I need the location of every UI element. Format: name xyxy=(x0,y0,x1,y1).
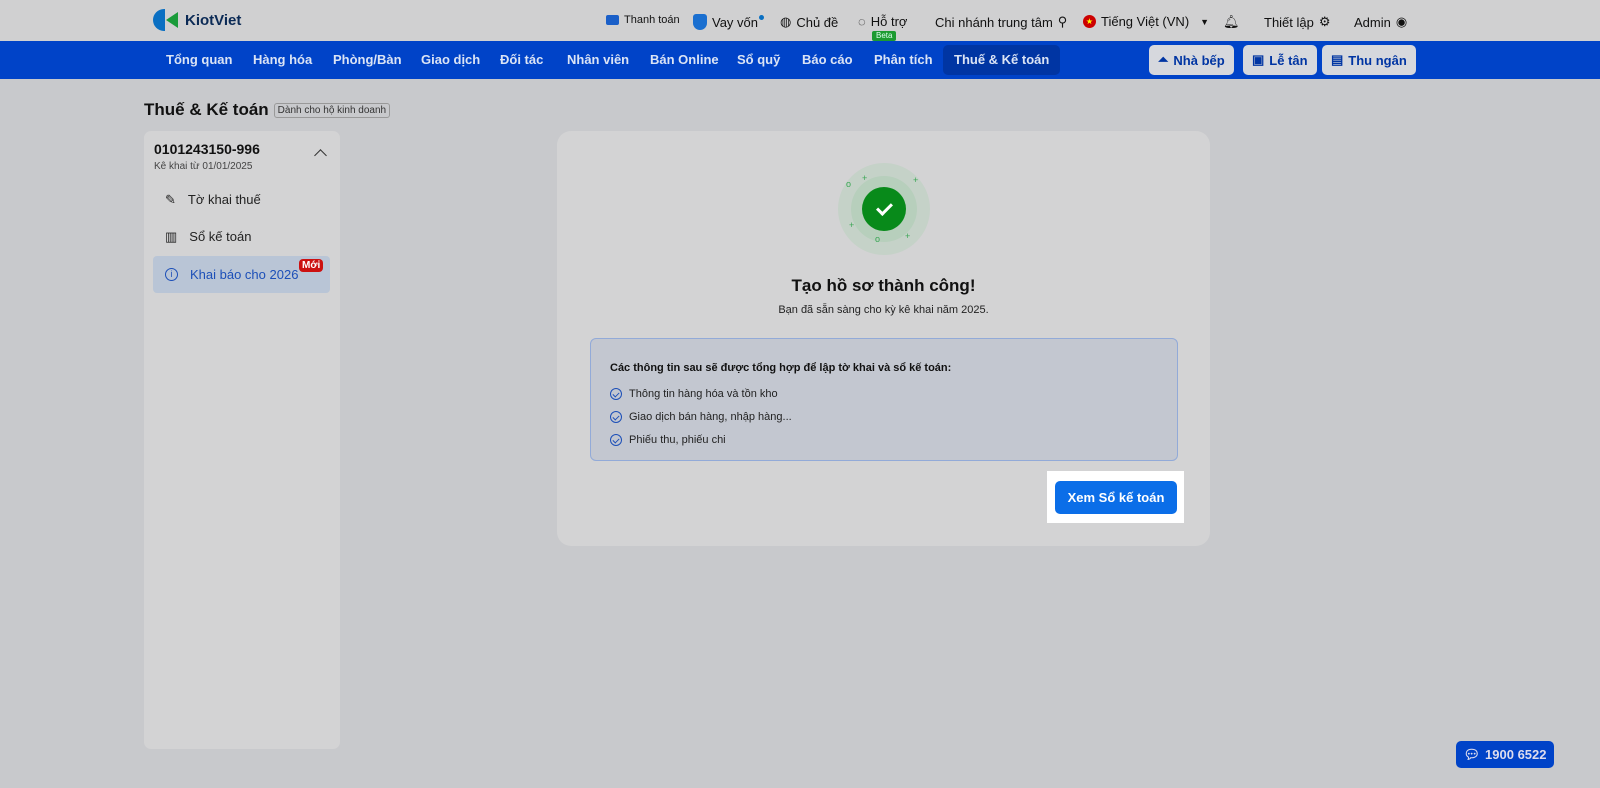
nav-analytics[interactable]: Phân tích xyxy=(864,45,943,75)
info-heading: Các thông tin sau sẽ được tổng hợp để lậ… xyxy=(610,362,952,374)
declaration-since: Kê khai từ 01/01/2025 xyxy=(154,161,253,172)
document-icon: ▤ xyxy=(1331,52,1344,67)
vietnam-flag-icon: ★ xyxy=(1083,15,1096,28)
theme-link[interactable]: ◍ Chủ đề xyxy=(780,14,838,30)
user-icon: ◉ xyxy=(1395,14,1408,29)
calendar-icon: ▣ xyxy=(1252,52,1265,67)
cashier-button[interactable]: ▤ Thu ngân xyxy=(1322,45,1416,75)
sparkle-icon: + xyxy=(905,231,911,241)
sparkle-icon: + xyxy=(849,220,855,230)
notification-bell-icon[interactable]: 🔔︎ xyxy=(1223,14,1240,30)
kiotviet-logo[interactable]: KiotViet xyxy=(153,9,241,31)
nav-online-sales[interactable]: Bán Online xyxy=(640,45,729,75)
page-title: Thuế & Kế toán Dành cho hộ kinh doanh xyxy=(144,100,391,120)
reception-button[interactable]: ▣ Lễ tân xyxy=(1243,45,1317,75)
location-pin-icon: ⚲ xyxy=(1057,14,1068,29)
sparkle-icon: o xyxy=(846,179,852,189)
nav-cashbook[interactable]: Sổ quỹ xyxy=(727,45,790,75)
page-tag: Dành cho hộ kinh doanh xyxy=(273,102,391,118)
loan-link[interactable]: Vay vốn xyxy=(693,14,765,30)
wallet-icon xyxy=(606,15,619,25)
list-item: Giao dịch bán hàng, nhập hàng... xyxy=(610,411,792,423)
chevron-up-icon[interactable] xyxy=(314,149,327,162)
main-nav: Tổng quan Hàng hóa Phòng/Bàn Giao dịch Đ… xyxy=(0,41,1600,79)
sparkle-icon: + xyxy=(862,173,868,183)
nav-reports[interactable]: Báo cáo xyxy=(792,45,863,75)
notification-dot xyxy=(759,14,765,20)
sidebar-item-tax-return[interactable]: ✎ Tờ khai thuế xyxy=(153,181,330,218)
info-box: Các thông tin sau sẽ được tổng hợp để lậ… xyxy=(590,338,1178,461)
ledger-icon: ▥ xyxy=(165,228,178,244)
sidebar: 0101243150-996 Kê khai từ 01/01/2025 ✎ Tờ… xyxy=(144,131,340,749)
sparkle-icon: + xyxy=(913,175,919,185)
caret-down-icon: ▼ xyxy=(1200,16,1210,27)
list-item: Thông tin hàng hóa và tồn kho xyxy=(610,388,778,400)
document-edit-icon: ✎ xyxy=(165,191,176,207)
check-circle-icon xyxy=(862,187,906,231)
nav-products[interactable]: Hàng hóa xyxy=(243,45,322,75)
chat-icon: ◌ xyxy=(858,14,866,29)
branch-selector[interactable]: Chi nhánh trung tâm ⚲ xyxy=(935,14,1067,30)
brand-name: KiotViet xyxy=(185,11,242,29)
nav-rooms[interactable]: Phòng/Bàn xyxy=(323,45,412,75)
user-menu[interactable]: Admin ◉ xyxy=(1354,14,1407,30)
nav-transactions[interactable]: Giao dịch xyxy=(411,45,490,75)
nav-partners[interactable]: Đối tác xyxy=(490,45,553,75)
check-circle-icon xyxy=(610,411,622,423)
money-bag-icon xyxy=(693,14,707,30)
nav-tax-accounting[interactable]: Thuế & Kế toán xyxy=(943,45,1061,75)
nav-staff[interactable]: Nhân viên xyxy=(557,45,639,75)
payment-link[interactable]: Thanh toán xyxy=(606,14,680,26)
logo-mark-icon xyxy=(153,9,179,31)
sparkle-icon: o xyxy=(875,234,881,244)
tax-id: 0101243150-996 xyxy=(154,141,260,157)
check-circle-icon xyxy=(610,388,622,400)
kitchen-button[interactable]: ⏶ Nhà bếp xyxy=(1149,45,1234,75)
hotline-button[interactable]: 💬︎ 1900 6522 xyxy=(1456,741,1554,768)
beta-badge: Beta xyxy=(872,31,897,41)
sidebar-item-declare-2026[interactable]: i Khai báo cho 2026 Mới xyxy=(153,256,330,293)
settings-link[interactable]: Thiết lập ⚙ xyxy=(1264,14,1331,30)
info-icon: i xyxy=(165,268,178,281)
gear-icon: ⚙ xyxy=(1318,14,1331,29)
top-bar: KiotViet Thanh toán Vay vốn ◍ Chủ đề ◌ Hỗ … xyxy=(0,0,1600,41)
support-link[interactable]: ◌ Hỗ trợ xyxy=(858,14,907,29)
palette-icon: ◍ xyxy=(780,14,792,29)
service-bell-icon: ⏶ xyxy=(1158,52,1169,67)
check-circle-icon xyxy=(610,434,622,446)
success-title: Tạo hồ sơ thành công! xyxy=(791,276,976,295)
success-message: Bạn đã sẵn sàng cho kỳ kê khai năm 2025. xyxy=(778,304,989,316)
new-badge: Mới xyxy=(299,259,324,272)
language-selector[interactable]: ★ Tiếng Việt (VN) ▼ xyxy=(1083,14,1209,29)
nav-overview[interactable]: Tổng quan xyxy=(156,45,242,75)
sidebar-item-ledger[interactable]: ▥ Sổ kế toán xyxy=(153,218,330,255)
list-item: Phiếu thu, phiếu chi xyxy=(610,434,726,446)
view-ledger-button[interactable]: Xem Sổ kế toán xyxy=(1055,481,1177,514)
chat-bubble-icon: 💬︎ xyxy=(1463,746,1481,762)
